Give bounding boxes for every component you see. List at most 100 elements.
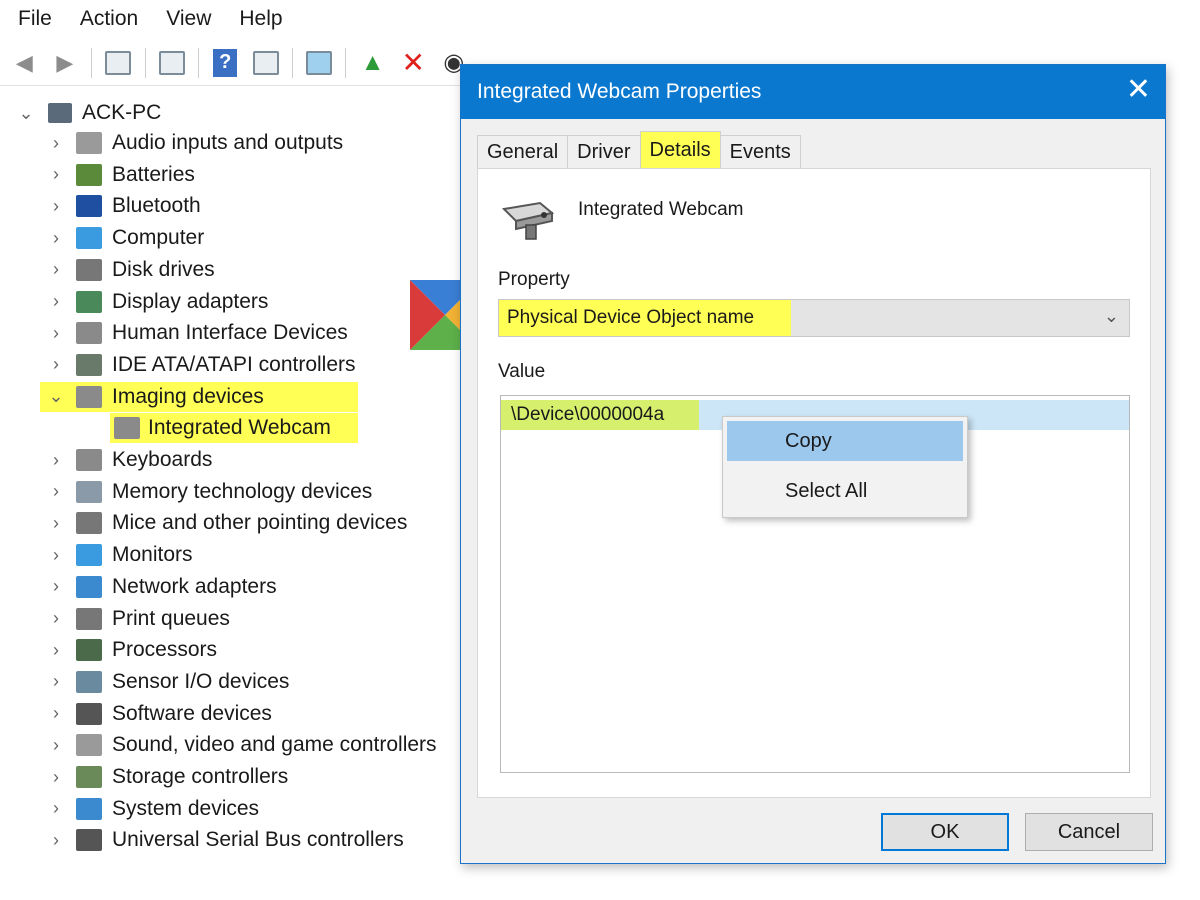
context-menu-select-all[interactable]: Select All	[727, 471, 963, 511]
chevron-right-icon[interactable]: ›	[44, 608, 68, 629]
chevron-right-icon[interactable]: ›	[44, 323, 68, 344]
tree-child-item[interactable]: Integrated Webcam	[110, 413, 358, 444]
close-icon[interactable]: ✕	[1126, 75, 1151, 105]
battery-icon	[76, 163, 102, 186]
tree-item[interactable]: › Batteries	[44, 160, 195, 190]
tree-item-label: Universal Serial Bus controllers	[112, 828, 404, 852]
tree-item-label: Software devices	[112, 701, 272, 725]
tab-events[interactable]: Events	[719, 135, 801, 169]
monitor-icon[interactable]	[303, 46, 336, 80]
tree-item-label: Network adapters	[112, 574, 277, 598]
tree-item[interactable]: › Disk drives	[44, 255, 215, 285]
display-adapter-icon	[76, 290, 102, 313]
back-arrow-icon[interactable]: ◀	[8, 46, 41, 80]
tree-item[interactable]: › Print queues	[44, 604, 230, 634]
tree-item[interactable]: › Memory technology devices	[44, 477, 372, 507]
cancel-button[interactable]: Cancel	[1025, 813, 1153, 851]
ok-button[interactable]: OK	[881, 813, 1009, 851]
chevron-right-icon[interactable]: ›	[44, 259, 68, 280]
chevron-right-icon[interactable]: ›	[44, 703, 68, 724]
chevron-down-icon[interactable]: ⌄	[44, 386, 68, 407]
tree-item-label: Imaging devices	[112, 384, 264, 408]
tree-root-label: ACK-PC	[82, 101, 162, 124]
chevron-right-icon[interactable]: ›	[44, 545, 68, 566]
chevron-right-icon[interactable]: ›	[44, 513, 68, 534]
menu-file[interactable]: File	[18, 7, 52, 31]
bluetooth-icon	[76, 195, 102, 218]
tree-item[interactable]: › Human Interface Devices	[44, 318, 348, 348]
sensor-icon	[76, 670, 102, 693]
tree-item[interactable]: › Keyboards	[44, 445, 212, 475]
help-icon[interactable]: ?	[209, 46, 242, 80]
tree-item-label: Computer	[112, 226, 205, 250]
tree-item[interactable]: › Mice and other pointing devices	[44, 508, 407, 538]
chevron-right-icon[interactable]: ›	[44, 164, 68, 185]
tree-item[interactable]: › Monitors	[44, 540, 193, 570]
chevron-right-icon[interactable]: ›	[44, 576, 68, 597]
tree-item[interactable]: › Processors	[44, 635, 217, 665]
chevron-right-icon[interactable]: ›	[44, 196, 68, 217]
dialog-title: Integrated Webcam Properties	[477, 80, 762, 103]
tab-details[interactable]: Details	[639, 131, 721, 169]
usb-icon	[76, 829, 102, 852]
chevron-right-icon[interactable]: ›	[44, 640, 68, 661]
mouse-icon	[76, 512, 102, 535]
tab-general[interactable]: General	[477, 135, 569, 169]
tree-item[interactable]: › Display adapters	[44, 287, 268, 317]
chevron-down-icon[interactable]: ⌄	[1104, 306, 1119, 327]
menu-action[interactable]: Action	[80, 7, 138, 31]
property-selected-value: Physical Device Object name	[499, 300, 791, 336]
computer-icon	[48, 103, 72, 123]
update-driver-icon[interactable]: ▲	[356, 46, 389, 80]
tree-item[interactable]: › Network adapters	[44, 572, 277, 602]
tree-item[interactable]: › System devices	[44, 794, 259, 824]
network-adapter-icon	[76, 575, 102, 598]
context-menu-copy[interactable]: Copy	[727, 421, 963, 461]
speaker-icon	[76, 132, 102, 154]
forward-arrow-icon[interactable]: ▶	[49, 46, 82, 80]
dialog-tabs: General Driver Details Events	[477, 131, 801, 169]
chevron-right-icon[interactable]: ›	[44, 830, 68, 851]
printer-icon	[76, 607, 102, 630]
tree-item[interactable]: › Sound, video and game controllers	[44, 730, 437, 760]
chevron-right-icon[interactable]: ›	[44, 735, 68, 756]
menu-help[interactable]: Help	[239, 7, 282, 31]
tree-item[interactable]: › Audio inputs and outputs	[44, 128, 343, 158]
device-manager-window: File Action View Help ◀ ▶ ? ▲ ✕ ◉ ⌄ ACK-…	[0, 0, 1200, 900]
properties-icon[interactable]	[102, 46, 135, 80]
tree-item[interactable]: › Sensor I/O devices	[44, 667, 289, 697]
chevron-right-icon[interactable]: ›	[44, 450, 68, 471]
tree-item[interactable]: › Software devices	[44, 699, 272, 729]
chevron-down-icon[interactable]: ⌄	[14, 103, 38, 124]
property-select[interactable]: Physical Device Object name ⌄	[498, 299, 1130, 337]
console-tree-icon[interactable]	[155, 46, 188, 80]
tree-item-label: System devices	[112, 796, 260, 820]
chevron-right-icon[interactable]: ›	[44, 354, 68, 375]
tree-item[interactable]: ⌄ Imaging devices	[40, 381, 358, 412]
storage-controller-icon	[76, 766, 102, 788]
menu-view[interactable]: View	[166, 7, 211, 31]
action-pane-icon[interactable]	[249, 46, 282, 80]
tree-item[interactable]: › IDE ATA/ATAPI controllers	[44, 350, 356, 380]
tree-item[interactable]: › Universal Serial Bus controllers	[44, 825, 404, 855]
tree-root[interactable]: ⌄ ACK-PC	[14, 98, 161, 128]
value-label: Value	[498, 361, 546, 382]
memory-icon	[76, 480, 102, 503]
chevron-right-icon[interactable]: ›	[44, 228, 68, 249]
context-menu: Copy Select All	[722, 416, 968, 518]
chevron-right-icon[interactable]: ›	[44, 767, 68, 788]
uninstall-icon[interactable]: ✕	[397, 46, 430, 80]
tree-item[interactable]: › Storage controllers	[44, 762, 288, 792]
chevron-right-icon[interactable]: ›	[44, 798, 68, 819]
dialog-titlebar[interactable]: Integrated Webcam Properties ✕	[461, 65, 1165, 119]
chevron-right-icon[interactable]: ›	[44, 133, 68, 154]
processor-icon	[76, 639, 102, 662]
chevron-right-icon[interactable]: ›	[44, 481, 68, 502]
tree-item[interactable]: › Computer	[44, 223, 204, 253]
chevron-right-icon[interactable]: ›	[44, 291, 68, 312]
tab-driver[interactable]: Driver	[567, 135, 641, 169]
chevron-right-icon[interactable]: ›	[44, 671, 68, 692]
tree-item-label: Sound, video and game controllers	[112, 733, 437, 757]
tree-item-label: Print queues	[112, 606, 230, 630]
tree-item[interactable]: › Bluetooth	[44, 191, 201, 221]
